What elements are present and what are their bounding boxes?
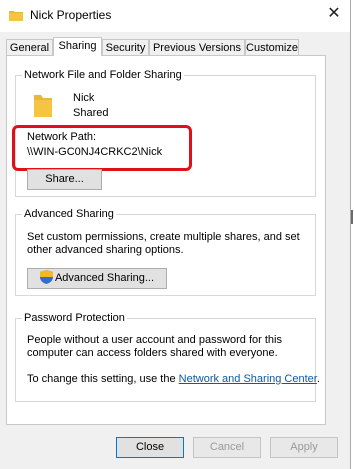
network-sharing-center-link[interactable]: Network and Sharing Center [179,373,317,385]
network-path-value: \\WIN-GC0NJ4CRKC2\Nick [27,146,163,158]
network-sharing-heading: Network File and Folder Sharing [22,69,184,81]
tab-sharing[interactable]: Sharing [53,37,102,56]
uac-shield-icon [39,270,53,284]
shared-folder-icon [34,95,52,117]
network-path-label: Network Path: [27,131,97,143]
password-protection-group: Password Protection [15,312,316,402]
folder-name: Nick [73,92,95,104]
password-change-text: To change this setting, use the Network … [27,373,320,386]
close-icon[interactable]: ✕ [322,3,346,25]
window-title: Nick Properties [30,8,112,22]
cancel-button[interactable]: Cancel [193,437,261,458]
apply-button[interactable]: Apply [270,437,338,458]
sharing-panel: Network File and Folder Sharing Nick Sha… [6,55,326,425]
advanced-sharing-button[interactable]: Advanced Sharing... [27,268,167,289]
tab-previous-versions[interactable]: Previous Versions [149,39,245,55]
tab-security[interactable]: Security [102,39,149,55]
tab-customize[interactable]: Customize [245,39,299,55]
tab-general[interactable]: General [6,39,53,55]
advanced-sharing-button-label: Advanced Sharing... [54,272,155,284]
password-change-prefix: To change this setting, use the [27,373,179,385]
folder-status: Shared [73,107,109,119]
password-protection-description: People without a user account and passwo… [27,334,282,359]
advanced-sharing-heading: Advanced Sharing [22,208,116,220]
password-protection-heading: Password Protection [22,312,127,324]
advanced-sharing-description: Set custom permissions, create multiple … [27,231,300,256]
folder-icon [9,11,23,21]
close-button[interactable]: Close [116,437,184,458]
background-mark [351,210,353,224]
title-bar: Nick Properties ✕ [0,0,350,32]
password-change-suffix: . [316,373,320,385]
share-button[interactable]: Share... [27,169,102,190]
properties-window: Nick Properties ✕ General Sharing Securi… [0,0,351,469]
